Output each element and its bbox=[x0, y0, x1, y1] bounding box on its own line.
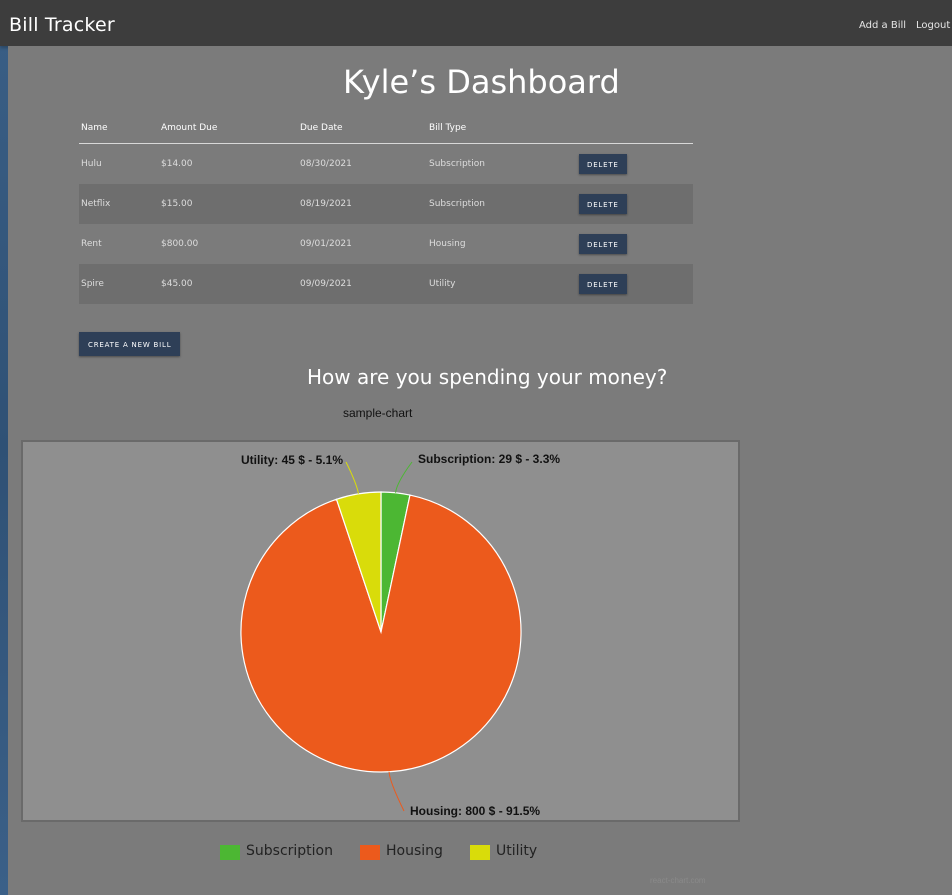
bill-due-date: 08/30/2021 bbox=[300, 159, 352, 169]
table-row: Spire $45.00 09/09/2021 Utility DELETE bbox=[79, 264, 693, 304]
chart-title: sample-chart bbox=[343, 406, 413, 420]
table-row: Rent $800.00 09/01/2021 Housing DELETE bbox=[79, 224, 693, 264]
logout-link[interactable]: Logout bbox=[916, 20, 950, 31]
leader-line-housing bbox=[388, 771, 405, 812]
watermark: react-chart.com bbox=[650, 876, 706, 885]
bill-amount: $45.00 bbox=[159, 264, 298, 304]
table-row: Netflix $15.00 08/19/2021 Subscription D… bbox=[79, 184, 693, 224]
leader-line-utility bbox=[345, 461, 359, 494]
bill-due-date: 09/09/2021 bbox=[298, 264, 427, 304]
pie-chart-svg: Subscription: 29 $ - 3.3% Housing: 800 $ … bbox=[240, 452, 560, 818]
legend-swatch bbox=[220, 845, 240, 860]
bill-actions: DELETE bbox=[577, 224, 693, 264]
table-row: Hulu $14.00 08/30/2021 Subscription DELE… bbox=[79, 144, 693, 185]
bill-name: Netflix bbox=[79, 184, 159, 224]
legend-label: Subscription bbox=[246, 843, 333, 859]
brand-title[interactable]: Bill Tracker bbox=[9, 14, 115, 36]
bill-type: Utility bbox=[427, 264, 577, 304]
legend-label: Housing bbox=[386, 843, 443, 859]
header-due-date: Due Date bbox=[298, 113, 427, 144]
bill-amount: $15.00 bbox=[159, 184, 298, 224]
bill-actions: DELETE bbox=[577, 144, 693, 185]
bill-actions: DELETE bbox=[577, 184, 693, 224]
bill-due-date: 09/01/2021 bbox=[300, 239, 352, 249]
bill-type: Subscription bbox=[427, 184, 577, 224]
bill-actions: DELETE bbox=[577, 264, 693, 304]
bill-name: Hulu bbox=[81, 159, 102, 169]
table-header-row: Name Amount Due Due Date Bill Type bbox=[79, 113, 693, 144]
slice-label-utility: Utility: 45 $ - 5.1% bbox=[241, 453, 343, 467]
bill-name: Rent bbox=[81, 239, 102, 249]
delete-button[interactable]: DELETE bbox=[579, 274, 627, 294]
slice-label-subscription: Subscription: 29 $ - 3.3% bbox=[418, 452, 560, 466]
bill-amount: $800.00 bbox=[161, 239, 199, 249]
bill-name: Spire bbox=[79, 264, 159, 304]
create-bill-button[interactable]: CREATE A NEW BILL bbox=[79, 332, 181, 356]
bill-due-date: 08/19/2021 bbox=[298, 184, 427, 224]
delete-button[interactable]: DELETE bbox=[579, 234, 627, 254]
bill-type: Housing bbox=[429, 239, 466, 249]
bill-type: Subscription bbox=[429, 159, 485, 169]
slice-label-housing: Housing: 800 $ - 91.5% bbox=[410, 804, 540, 818]
header-actions bbox=[577, 113, 693, 144]
header-name: Name bbox=[79, 113, 159, 144]
legend-label: Utility bbox=[496, 843, 538, 859]
page-title: Kyle’s Dashboard bbox=[343, 63, 620, 101]
spending-heading: How are you spending your money? bbox=[307, 365, 668, 389]
delete-button[interactable]: DELETE bbox=[579, 154, 627, 174]
header-bill-type: Bill Type bbox=[427, 113, 577, 144]
navbar: Bill Tracker Add a Bill Logout bbox=[0, 0, 952, 46]
add-bill-link[interactable]: Add a Bill bbox=[859, 20, 906, 31]
window-edge bbox=[0, 0, 8, 895]
legend-swatch bbox=[360, 845, 380, 860]
legend-swatch bbox=[470, 845, 490, 860]
leader-line-subscription bbox=[395, 461, 413, 493]
bill-amount: $14.00 bbox=[161, 159, 193, 169]
header-amount-due: Amount Due bbox=[159, 113, 298, 144]
bills-table: Name Amount Due Due Date Bill Type Hulu … bbox=[79, 113, 693, 304]
delete-button[interactable]: DELETE bbox=[579, 194, 627, 214]
pie-chart: Subscription: 29 $ - 3.3% Housing: 800 $ … bbox=[21, 440, 740, 822]
